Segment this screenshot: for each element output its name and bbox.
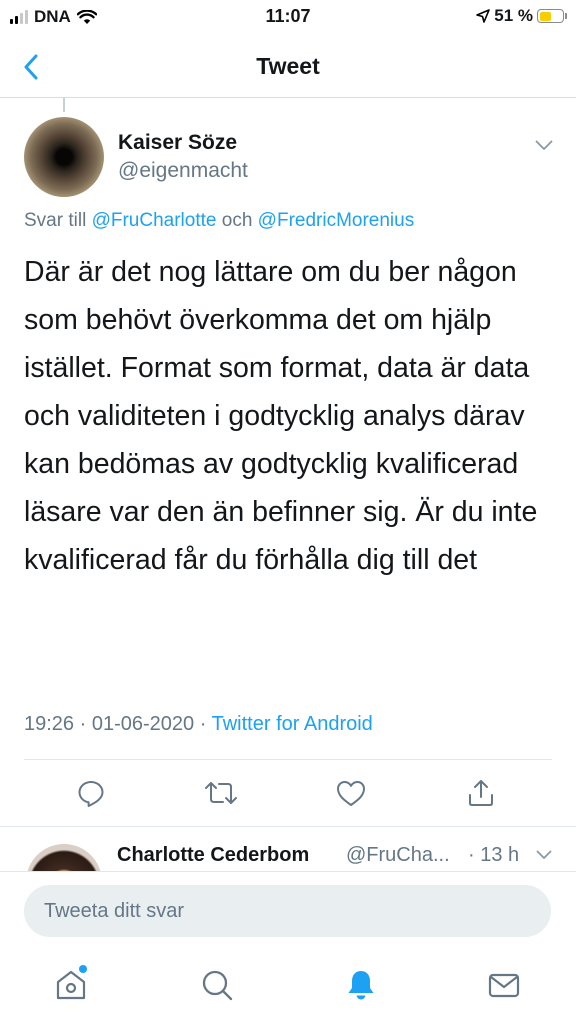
battery-icon [537,9,567,23]
tweet-text: Där är det nog lättare om du ber någon s… [24,256,538,576]
reply-age: · 13 h [468,844,520,866]
reply-options-button[interactable] [532,844,556,866]
like-button[interactable] [333,775,369,811]
thread-connector [63,98,65,112]
retweet-icon [205,782,237,804]
tweet-client-link[interactable]: Twitter for Android [212,713,373,735]
tab-bar [0,950,576,1024]
reply-tweet[interactable]: Charlotte Cederbom @FruCha... · 13 h [0,827,576,871]
chevron-down-icon [536,850,552,859]
search-icon [202,970,233,1001]
reply-author-name: Charlotte Cederbom [117,844,310,866]
tweet-meta: 19:26 · 01-06-2020 · Twitter for Android [24,713,373,736]
author-name[interactable]: Kaiser Söze [118,131,237,155]
tab-search[interactable] [197,965,237,1005]
status-right: 51 % [476,6,567,26]
reply-prefix: Svar till [24,210,87,231]
location-arrow-icon [476,9,491,23]
avatar[interactable] [24,117,104,197]
notifications-icon [348,971,374,1000]
avatar[interactable] [26,844,102,871]
reply-context: Svar till @FruCharlotte och @FredricMore… [24,210,414,232]
reply-input[interactable] [24,885,551,937]
messages-icon [488,973,520,998]
tweet-time: 19:26 [24,713,75,735]
mention-link[interactable]: @FredricMorenius [258,210,415,231]
nav-bar: Tweet [0,36,576,98]
tweet-date: 01-06-2020 [91,713,195,735]
mention-link[interactable]: @FruCharlotte [92,210,217,231]
compose-bar [0,871,576,950]
tweet-options-button[interactable] [530,133,558,157]
share-icon [469,780,493,806]
page-title: Tweet [256,53,320,79]
author-handle[interactable]: @eigenmacht [118,159,248,183]
divider [24,759,552,760]
tweet-actions [0,775,576,815]
retweet-button[interactable] [203,775,239,811]
chevron-down-icon [535,140,553,150]
new-content-dot [79,965,87,973]
battery-level [539,11,551,21]
reply-joiner: och [221,210,253,231]
tab-messages[interactable] [484,965,524,1005]
reply-button[interactable] [73,775,109,811]
tab-notifications[interactable] [341,965,381,1005]
tab-home[interactable] [51,965,91,1005]
reply-author-handle: @FruCha... [346,844,450,866]
status-bar: DNA 11:07 51 % [0,0,576,36]
like-icon [337,781,365,806]
battery-percent: 51 % [494,6,533,25]
reply-icon [78,781,104,807]
meta-separator: · [199,713,207,735]
meta-separator: · [79,713,87,735]
home-icon [56,970,86,1000]
share-button[interactable] [463,775,499,811]
